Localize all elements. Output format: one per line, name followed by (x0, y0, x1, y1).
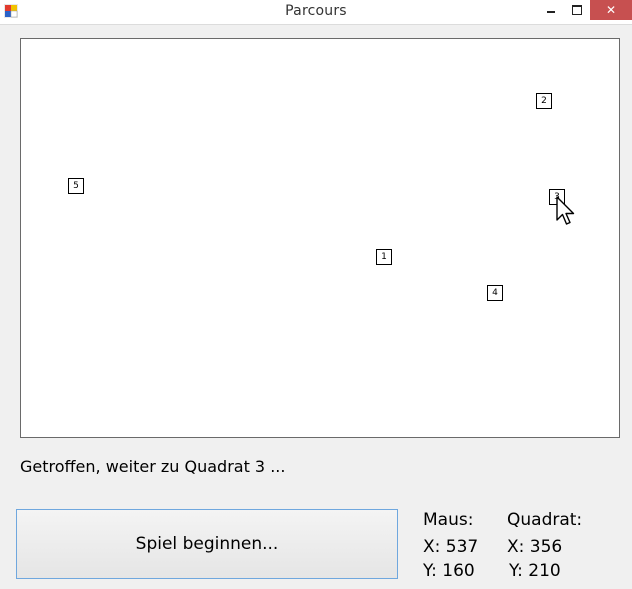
mouse-x-value: X: 537 (423, 537, 479, 557)
playfield[interactable]: 1 2 3 4 5 (20, 38, 620, 438)
mouse-heading: Maus: (423, 510, 474, 530)
maximize-icon (572, 5, 582, 15)
mouse-cursor-icon (556, 196, 575, 225)
square-1[interactable]: 1 (376, 249, 392, 265)
square-y-value: Y: 210 (509, 561, 561, 581)
status-message: Getroffen, weiter zu Quadrat 3 ... (20, 457, 286, 476)
minimize-button[interactable] (540, 0, 562, 20)
start-game-button[interactable]: Spiel beginnen... (16, 509, 398, 579)
square-x-value: X: 356 (507, 537, 563, 557)
maximize-button[interactable] (566, 0, 588, 20)
square-heading: Quadrat: (507, 510, 583, 530)
minimize-icon (547, 11, 555, 13)
square-4[interactable]: 4 (487, 285, 503, 301)
window-title: Parcours (285, 3, 347, 19)
close-icon: ✕ (605, 3, 617, 17)
square-2[interactable]: 2 (536, 93, 552, 109)
square-5[interactable]: 5 (68, 178, 84, 194)
title-bar: Parcours ✕ (0, 0, 632, 25)
close-button[interactable]: ✕ (590, 0, 632, 20)
mouse-y-value: Y: 160 (423, 561, 475, 581)
